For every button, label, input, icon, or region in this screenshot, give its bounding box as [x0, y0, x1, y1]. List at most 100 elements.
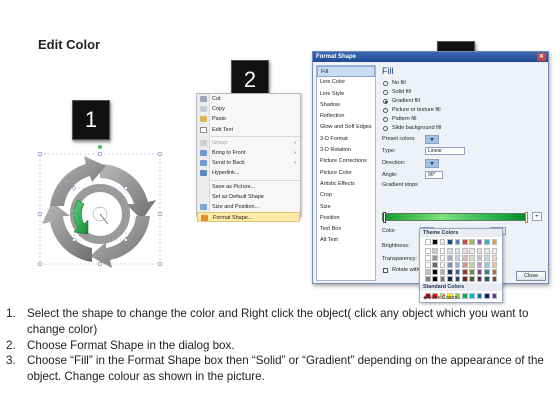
- menu-item-cut[interactable]: Cut: [197, 94, 300, 104]
- color-swatch[interactable]: [469, 248, 475, 254]
- category-3d-rotation[interactable]: 3-D Rotation: [317, 145, 375, 156]
- color-swatch[interactable]: [469, 276, 475, 282]
- color-swatch[interactable]: [476, 239, 483, 245]
- menu-item-bring-to-front[interactable]: Bring to Front ›: [197, 148, 300, 158]
- color-swatch[interactable]: [491, 262, 498, 268]
- color-swatch[interactable]: [484, 269, 490, 275]
- standard-color-swatch[interactable]: [476, 293, 483, 299]
- menu-item-save-as-picture[interactable]: Save as Picture...: [197, 182, 300, 192]
- color-swatch[interactable]: [491, 248, 498, 254]
- color-swatch[interactable]: [491, 269, 498, 275]
- category-reflection[interactable]: Reflection: [317, 111, 375, 122]
- color-swatch[interactable]: [484, 276, 490, 282]
- color-swatch[interactable]: [432, 255, 438, 261]
- color-swatch[interactable]: [462, 248, 468, 254]
- color-swatch[interactable]: [454, 255, 461, 261]
- color-swatch[interactable]: [469, 269, 475, 275]
- category-text-box[interactable]: Text Box: [317, 224, 375, 235]
- color-swatch[interactable]: [462, 269, 468, 275]
- color-swatch[interactable]: [476, 262, 483, 268]
- color-swatch[interactable]: [425, 276, 431, 282]
- menu-item-hyperlink[interactable]: Hyperlink...: [197, 168, 300, 178]
- option-gradient-fill[interactable]: Gradient fill: [380, 97, 546, 106]
- standard-color-swatch[interactable]: [491, 293, 498, 299]
- close-icon[interactable]: ✕: [537, 53, 546, 61]
- add-stop-icon[interactable]: +: [532, 212, 542, 221]
- standard-color-swatch[interactable]: [462, 293, 468, 299]
- color-swatch[interactable]: [484, 255, 490, 261]
- color-swatch[interactable]: [425, 262, 431, 268]
- color-swatch[interactable]: [425, 239, 431, 245]
- angle-input[interactable]: 90°: [425, 171, 443, 179]
- more-colors-option[interactable]: ◈ More Colors...: [423, 295, 462, 301]
- category-picture-corrections[interactable]: Picture Corrections: [317, 156, 375, 167]
- option-pattern-fill[interactable]: Pattern fill: [380, 115, 546, 124]
- color-swatch[interactable]: [484, 262, 490, 268]
- color-swatch[interactable]: [447, 239, 453, 245]
- color-swatch[interactable]: [454, 269, 461, 275]
- category-artistic-effects[interactable]: Artistic Effects: [317, 179, 375, 190]
- gradient-stops-bar[interactable]: [382, 212, 528, 223]
- color-swatch[interactable]: [425, 255, 431, 261]
- gradient-stop-selected[interactable]: [525, 212, 528, 223]
- menu-item-edit-text[interactable]: Edit Text: [197, 125, 300, 135]
- color-swatch[interactable]: [491, 239, 498, 245]
- color-swatch[interactable]: [439, 262, 446, 268]
- category-size[interactable]: Size: [317, 202, 375, 213]
- menu-item-paste[interactable]: Paste: [197, 114, 300, 124]
- category-shadow[interactable]: Shadow: [317, 100, 375, 111]
- color-swatch[interactable]: [469, 255, 475, 261]
- color-swatch[interactable]: [454, 248, 461, 254]
- color-swatch[interactable]: [484, 239, 490, 245]
- color-swatch[interactable]: [491, 255, 498, 261]
- color-swatch[interactable]: [447, 248, 453, 254]
- color-swatch[interactable]: [462, 276, 468, 282]
- color-swatch[interactable]: [432, 248, 438, 254]
- preset-colors-dropdown[interactable]: ▾: [425, 135, 439, 144]
- category-line-style[interactable]: Line Style: [317, 89, 375, 100]
- category-position[interactable]: Position: [317, 213, 375, 224]
- color-swatch[interactable]: [425, 248, 431, 254]
- type-select[interactable]: Linear: [425, 147, 465, 155]
- option-solid-fill[interactable]: Solid fill: [380, 88, 546, 97]
- close-button[interactable]: Close: [516, 271, 546, 281]
- color-swatch[interactable]: [432, 276, 438, 282]
- color-swatch[interactable]: [454, 239, 461, 245]
- color-swatch[interactable]: [432, 239, 438, 245]
- menu-item-size-position[interactable]: Size and Position...: [197, 202, 300, 212]
- category-crop[interactable]: Crop: [317, 190, 375, 201]
- option-no-fill[interactable]: No fill: [380, 79, 546, 88]
- category-alt-text[interactable]: Alt Text: [317, 235, 375, 246]
- color-swatch[interactable]: [476, 248, 483, 254]
- color-swatch[interactable]: [491, 276, 498, 282]
- category-line-color[interactable]: Line Color: [317, 77, 375, 88]
- option-picture-fill[interactable]: Picture or texture fill: [380, 106, 546, 115]
- color-swatch[interactable]: [454, 276, 461, 282]
- cycle-diagram[interactable]: [30, 142, 170, 276]
- color-swatch[interactable]: [439, 248, 446, 254]
- color-swatch[interactable]: [447, 255, 453, 261]
- category-glow[interactable]: Glow and Soft Edges: [317, 122, 375, 133]
- color-swatch[interactable]: [432, 269, 438, 275]
- menu-item-set-default-shape[interactable]: Set as Default Shape: [197, 192, 300, 202]
- color-swatch[interactable]: [462, 255, 468, 261]
- color-swatch[interactable]: [476, 255, 483, 261]
- color-swatch[interactable]: [439, 255, 446, 261]
- color-swatch[interactable]: [462, 239, 468, 245]
- color-swatch[interactable]: [439, 239, 446, 245]
- color-swatch[interactable]: [432, 262, 438, 268]
- color-swatch[interactable]: [462, 262, 468, 268]
- category-3d-format[interactable]: 3-D Format: [317, 134, 375, 145]
- menu-item-send-to-back[interactable]: Send to Back ›: [197, 158, 300, 168]
- color-swatch[interactable]: [439, 269, 446, 275]
- category-fill[interactable]: Fill: [317, 66, 375, 78]
- category-picture-color[interactable]: Picture Color: [317, 168, 375, 179]
- color-swatch[interactable]: [439, 276, 446, 282]
- direction-dropdown[interactable]: ▾: [425, 159, 439, 168]
- color-swatch[interactable]: [476, 276, 483, 282]
- standard-color-swatch[interactable]: [469, 293, 475, 299]
- color-swatch[interactable]: [484, 248, 490, 254]
- menu-item-format-shape[interactable]: Format Shape...: [197, 212, 300, 223]
- menu-item-group[interactable]: Group ›: [197, 138, 300, 148]
- standard-color-swatch[interactable]: [484, 293, 490, 299]
